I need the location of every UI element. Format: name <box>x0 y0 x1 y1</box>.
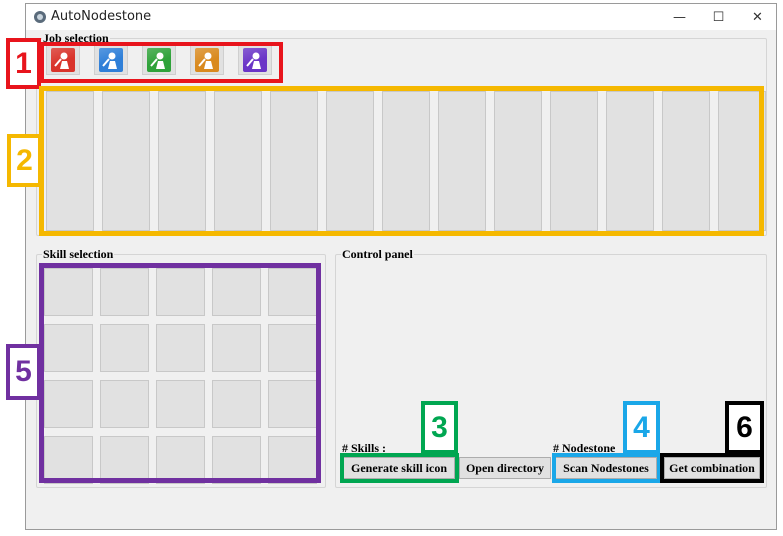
magician-job-icon <box>99 48 123 72</box>
annotation-badge-1: 1 <box>6 38 41 89</box>
skill-cell[interactable] <box>156 380 205 428</box>
warrior-job-icon <box>51 48 75 72</box>
job-button-2[interactable] <box>94 45 128 75</box>
skill-cell[interactable] <box>268 436 317 484</box>
open-directory-button[interactable]: Open directory <box>459 457 551 479</box>
window-title: AutoNodestone <box>51 9 152 24</box>
nodestones-count-label: # Nodestone <box>553 441 616 455</box>
job-skill-slot[interactable] <box>718 91 766 231</box>
job-skill-slot[interactable] <box>46 91 94 231</box>
thief-job-icon <box>195 48 219 72</box>
job-button-1[interactable] <box>46 45 80 75</box>
job-skill-slot[interactable] <box>382 91 430 231</box>
job-skill-slot[interactable] <box>438 91 486 231</box>
skill-cell[interactable] <box>268 268 317 316</box>
job-skill-slot[interactable] <box>102 91 150 231</box>
job-button-4[interactable] <box>190 45 224 75</box>
annotation-badge-6: 6 <box>725 401 764 454</box>
skill-cell[interactable] <box>268 380 317 428</box>
skill-cell[interactable] <box>156 268 205 316</box>
generate-skill-icon-button[interactable]: Generate skill icon <box>343 457 455 479</box>
annotation-badge-3: 3 <box>421 401 458 454</box>
skill-cell[interactable] <box>156 436 205 484</box>
scan-nodestones-button[interactable]: Scan Nodestones <box>555 457 657 479</box>
close-button[interactable]: ✕ <box>738 4 777 30</box>
job-skill-slot[interactable] <box>606 91 654 231</box>
job-skill-slot[interactable] <box>326 91 374 231</box>
skill-cell[interactable] <box>44 324 93 372</box>
job-skill-slot[interactable] <box>662 91 710 231</box>
job-button-5[interactable] <box>238 45 272 75</box>
bowman-job-icon <box>147 48 171 72</box>
control-panel-group <box>335 254 767 488</box>
skill-selection-label: Skill selection <box>42 247 115 262</box>
annotation-badge-2: 2 <box>7 134 42 187</box>
skill-cell[interactable] <box>44 380 93 428</box>
skill-cell[interactable] <box>100 324 149 372</box>
skill-cell[interactable] <box>268 324 317 372</box>
skill-cell[interactable] <box>44 436 93 484</box>
skill-cell[interactable] <box>156 324 205 372</box>
skill-cell[interactable] <box>212 436 261 484</box>
job-selection-label: Job selection <box>42 31 110 46</box>
skill-cell[interactable] <box>212 268 261 316</box>
pirate-job-icon <box>243 48 267 72</box>
job-button-3[interactable] <box>142 45 176 75</box>
control-panel-label: Control panel <box>341 247 414 262</box>
title-bar: AutoNodestone — ☐ ✕ <box>26 4 776 30</box>
job-skill-slot[interactable] <box>494 91 542 231</box>
get-combination-button[interactable]: Get combination <box>664 457 760 479</box>
skill-cell[interactable] <box>100 380 149 428</box>
skill-cell[interactable] <box>212 380 261 428</box>
minimize-button[interactable]: — <box>660 4 699 30</box>
annotation-badge-5: 5 <box>6 344 41 400</box>
skill-cell[interactable] <box>100 436 149 484</box>
maximize-button[interactable]: ☐ <box>699 4 738 30</box>
job-skill-slot[interactable] <box>158 91 206 231</box>
skill-cell[interactable] <box>212 324 261 372</box>
annotation-badge-4: 4 <box>623 401 660 454</box>
skill-cell[interactable] <box>100 268 149 316</box>
job-skill-slot[interactable] <box>550 91 598 231</box>
skill-cell[interactable] <box>44 268 93 316</box>
job-skill-slot[interactable] <box>214 91 262 231</box>
app-icon <box>33 10 47 24</box>
job-skill-slot[interactable] <box>270 91 318 231</box>
skills-count-label: # Skills : <box>342 441 387 455</box>
